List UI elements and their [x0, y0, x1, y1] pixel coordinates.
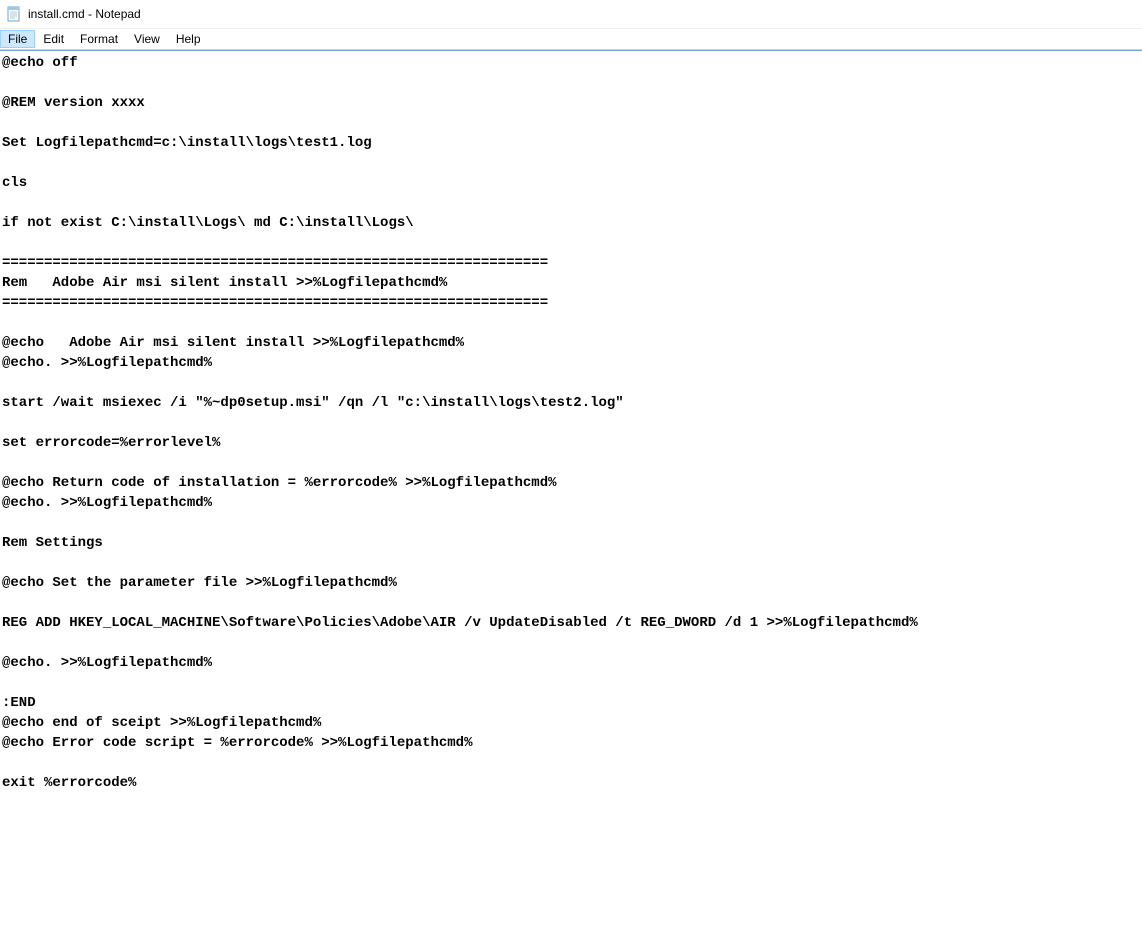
title-bar: install.cmd - Notepad [0, 0, 1142, 28]
menu-format[interactable]: Format [72, 30, 126, 48]
menu-view[interactable]: View [126, 30, 168, 48]
menu-edit[interactable]: Edit [35, 30, 72, 48]
notepad-icon [6, 6, 22, 22]
text-editor-content[interactable]: @echo off @REM version xxxx Set Logfilep… [2, 51, 1142, 793]
menu-file[interactable]: File [0, 30, 35, 48]
menu-help[interactable]: Help [168, 30, 209, 48]
menu-bar: File Edit Format View Help [0, 28, 1142, 50]
window-title: install.cmd - Notepad [28, 7, 141, 21]
